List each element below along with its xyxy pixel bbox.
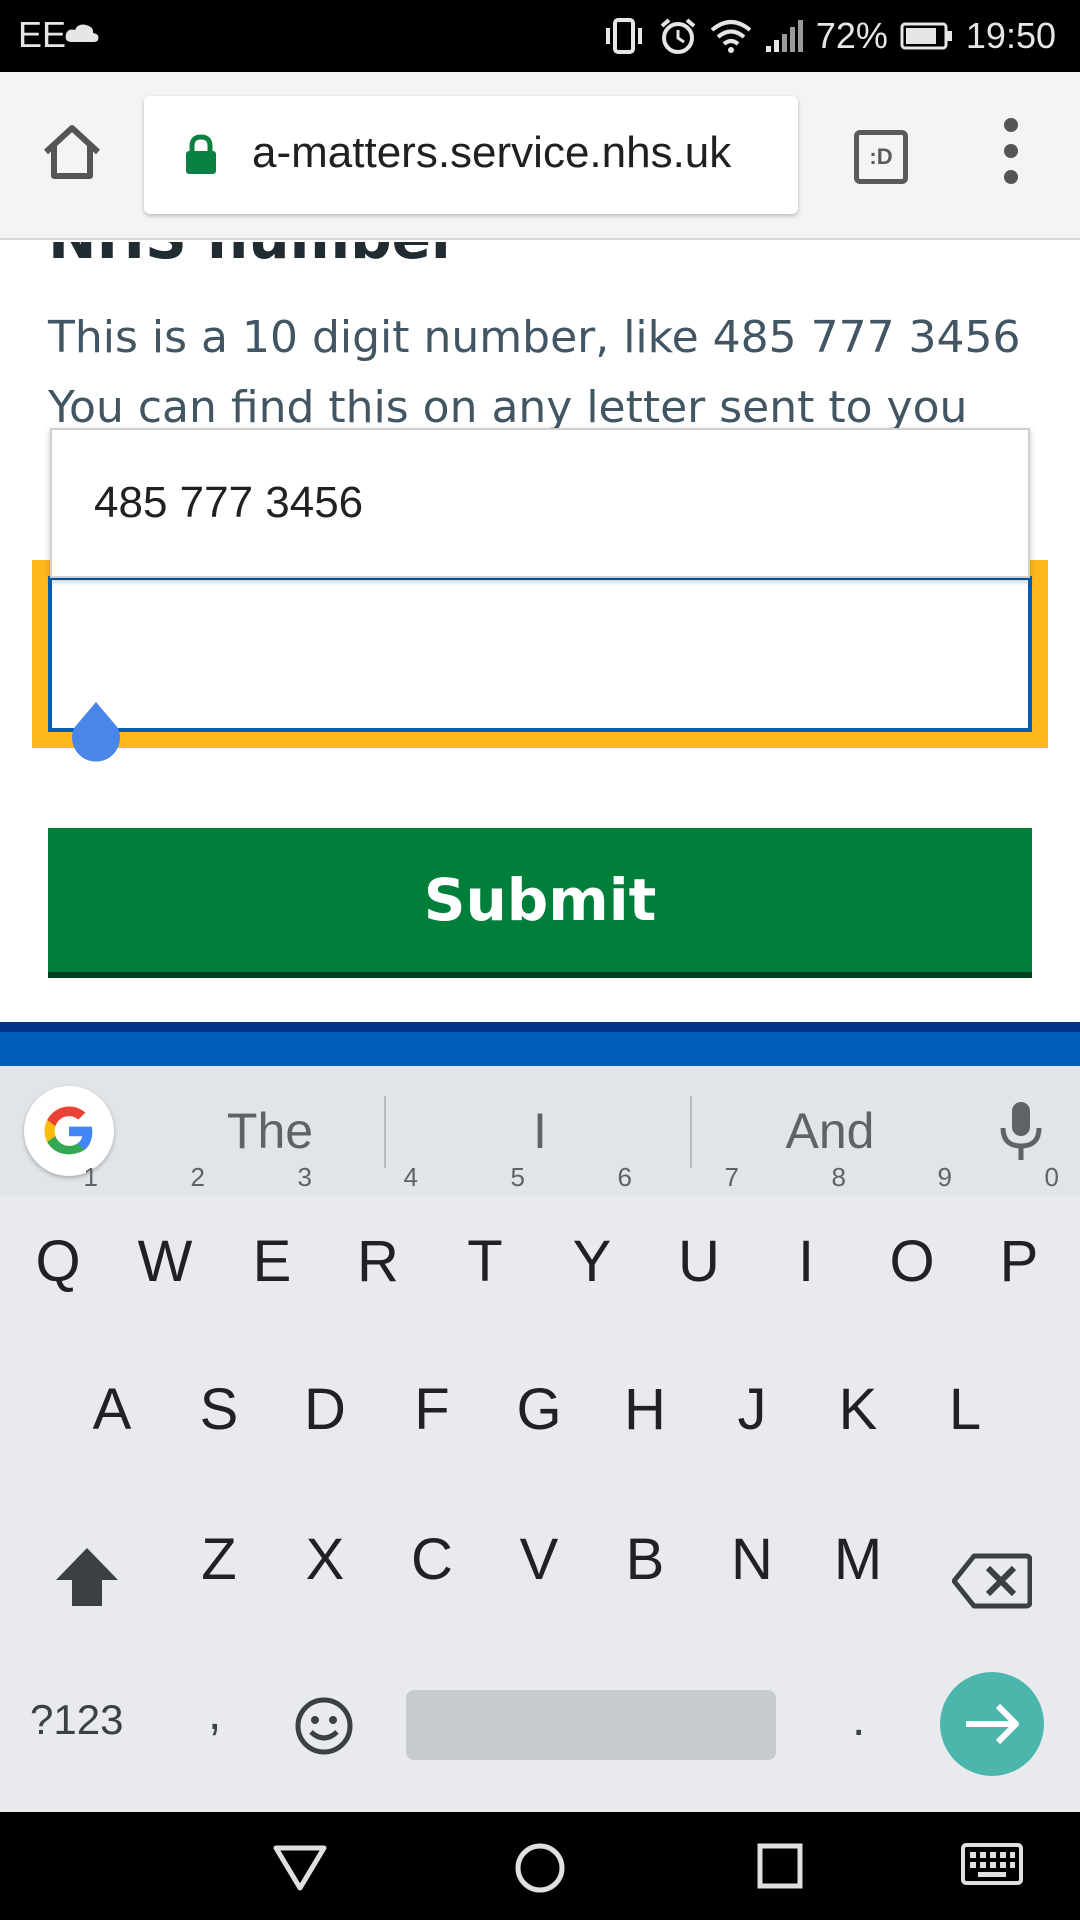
url-text: a-matters.service.nhs.uk bbox=[252, 128, 732, 177]
system-nav-bar bbox=[0, 1812, 1080, 1920]
suggestion-3[interactable]: And bbox=[710, 1102, 950, 1160]
key-p[interactable]: P0 bbox=[971, 1164, 1067, 1322]
keyboard-icon[interactable] bbox=[960, 1842, 1024, 1886]
key-x[interactable]: X bbox=[277, 1500, 373, 1620]
key-c[interactable]: C bbox=[384, 1500, 480, 1620]
autofill-suggestion[interactable]: 485 777 3456 bbox=[50, 428, 1030, 578]
key-d[interactable]: D bbox=[277, 1350, 373, 1470]
key-q[interactable]: Q1 bbox=[10, 1164, 106, 1322]
vibrate-icon bbox=[605, 18, 642, 54]
key-e[interactable]: E3 bbox=[224, 1164, 320, 1322]
field-heading: NHS number bbox=[48, 242, 460, 272]
emoji-icon[interactable] bbox=[294, 1696, 354, 1756]
hint-line-1: This is a 10 digit number, like 485 777 … bbox=[48, 312, 1021, 363]
carrier-label: EE bbox=[18, 14, 67, 55]
key-i[interactable]: I8 bbox=[758, 1164, 854, 1322]
suggestion-2[interactable]: I bbox=[420, 1102, 660, 1160]
wifi-icon bbox=[710, 20, 752, 53]
on-screen-keyboard: The I And Q1 W2 E3 R4 T5 Y6 U7 I8 O9 P0 … bbox=[0, 1066, 1080, 1812]
suggestion-1[interactable]: The bbox=[150, 1102, 390, 1160]
suggestion-divider bbox=[384, 1096, 386, 1168]
lock-icon bbox=[186, 134, 216, 174]
symbols-key[interactable]: ?123 bbox=[30, 1696, 123, 1744]
key-u[interactable]: U7 bbox=[651, 1164, 747, 1322]
key-v[interactable]: V bbox=[491, 1500, 587, 1620]
key-f[interactable]: F bbox=[384, 1350, 480, 1470]
key-y[interactable]: Y6 bbox=[544, 1164, 640, 1322]
page-content: NHS number This is a 10 digit number, li… bbox=[0, 242, 1080, 1022]
suggestion-divider bbox=[690, 1096, 692, 1168]
space-bar[interactable] bbox=[406, 1690, 776, 1760]
comma-key[interactable]: , bbox=[208, 1686, 221, 1741]
more-menu-icon[interactable] bbox=[996, 118, 1026, 202]
arrow-right-icon bbox=[966, 1703, 1019, 1745]
shift-icon[interactable] bbox=[54, 1546, 120, 1608]
recents-icon[interactable] bbox=[756, 1842, 804, 1890]
backspace-icon[interactable] bbox=[952, 1552, 1032, 1610]
clock: 19:50 bbox=[965, 15, 1056, 56]
key-g[interactable]: G bbox=[491, 1350, 587, 1470]
enter-button[interactable] bbox=[940, 1672, 1044, 1776]
hint-line-2: You can find this on any letter sent to … bbox=[48, 382, 968, 433]
period-key[interactable]: . bbox=[852, 1692, 865, 1747]
back-icon[interactable] bbox=[272, 1842, 328, 1892]
browser-toolbar: a-matters.service.nhs.uk :D bbox=[0, 72, 1080, 240]
key-s[interactable]: S bbox=[171, 1350, 267, 1470]
key-z[interactable]: Z bbox=[171, 1500, 267, 1620]
home-nav-icon[interactable] bbox=[514, 1842, 566, 1894]
submit-button[interactable]: Submit bbox=[48, 828, 1032, 978]
signal-icon bbox=[765, 20, 803, 52]
alarm-icon bbox=[660, 18, 696, 54]
key-n[interactable]: N bbox=[704, 1500, 800, 1620]
nhs-number-input[interactable] bbox=[48, 576, 1032, 732]
suggestion-strip: The I And bbox=[0, 1066, 1080, 1196]
key-a[interactable]: A bbox=[64, 1350, 160, 1470]
key-o[interactable]: O9 bbox=[864, 1164, 960, 1322]
key-h[interactable]: H bbox=[597, 1350, 693, 1470]
google-icon[interactable] bbox=[24, 1086, 114, 1176]
tab-switcher-button[interactable]: :D bbox=[854, 130, 908, 184]
key-r[interactable]: R4 bbox=[330, 1164, 426, 1322]
footer-band bbox=[0, 1022, 1080, 1066]
battery-icon bbox=[900, 22, 952, 50]
home-icon[interactable] bbox=[40, 122, 104, 182]
key-w[interactable]: W2 bbox=[117, 1164, 213, 1322]
key-t[interactable]: T5 bbox=[437, 1164, 533, 1322]
key-j[interactable]: J bbox=[704, 1350, 800, 1470]
key-b[interactable]: B bbox=[597, 1500, 693, 1620]
key-m[interactable]: M bbox=[810, 1500, 906, 1620]
key-k[interactable]: K bbox=[810, 1350, 906, 1470]
text-cursor-handle[interactable] bbox=[66, 694, 126, 774]
status-bar: EE 72% 19:50 bbox=[0, 0, 1080, 72]
autofill-value: 485 777 3456 bbox=[94, 478, 364, 527]
cloud-icon bbox=[65, 24, 99, 42]
key-l[interactable]: L bbox=[917, 1350, 1013, 1470]
microphone-icon[interactable] bbox=[996, 1100, 1046, 1162]
url-bar[interactable]: a-matters.service.nhs.uk bbox=[144, 96, 798, 214]
battery-percent: 72% bbox=[815, 15, 888, 56]
